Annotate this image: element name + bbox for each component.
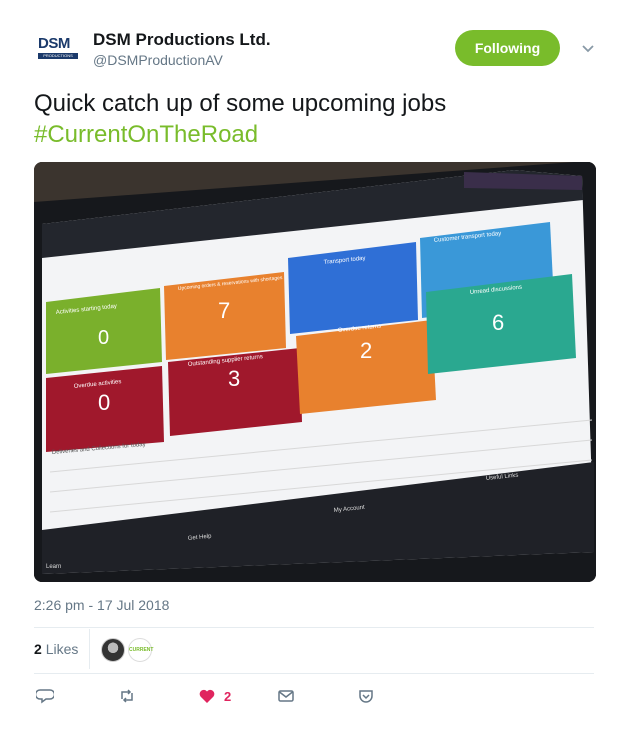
account-name[interactable]: DSM Productions Ltd. [93,30,271,50]
message-icon [278,690,294,702]
tile-overdue-activities-value: 0 [98,390,110,415]
divider [89,629,90,669]
likes-count: 2 [34,641,42,657]
like-button[interactable]: 2 [198,684,231,708]
tweet-text: Quick catch up of some upcoming jobs #Cu… [34,88,594,150]
tile-supplier-returns-value: 3 [228,366,240,391]
tweet-actions: 2 [34,684,594,712]
reply-button[interactable] [36,684,54,708]
tile-shortages-value: 7 [218,298,230,323]
following-button[interactable]: Following [455,30,560,66]
tile-unread-value: 6 [492,310,504,335]
tweet-header: DSM PRODUCTIONS DSM Productions Ltd. @DS… [32,26,598,76]
account-logo[interactable]: DSM PRODUCTIONS [38,36,78,70]
reply-icon [36,689,54,704]
divider [34,673,594,674]
direct-message-button[interactable] [277,684,295,708]
share-icon [359,690,373,703]
likes-summary[interactable]: 2 Likes [34,641,78,657]
avatar[interactable]: CURRENT [128,638,153,662]
account-handle[interactable]: @DSMProductionAV [93,52,223,68]
tweet-photo[interactable]: 0 7 0 3 2 6 Activities starting today Up… [34,162,596,582]
retweet-icon [121,689,133,703]
footer-learn: Learn [46,564,61,570]
logo-subtext: PRODUCTIONS [43,53,73,58]
likes-label: Likes [45,641,79,657]
logo-text: DSM [38,35,70,52]
tile-activities-value: 0 [98,327,109,349]
divider [34,627,594,628]
avatar[interactable] [101,638,125,662]
like-count: 2 [224,688,232,704]
retweet-button[interactable] [118,684,136,708]
share-button[interactable] [357,684,375,708]
tile-overdue-returns-value: 2 [360,338,372,363]
tweet-body: Quick catch up of some upcoming jobs [34,90,447,117]
tweet-timestamp[interactable]: 2:26 pm - 17 Jul 2018 [34,597,169,613]
heart-icon [199,689,215,703]
chevron-down-icon[interactable] [580,40,596,56]
laptop-screen-photo: 0 7 0 3 2 6 Activities starting today Up… [34,162,596,582]
hashtag-link[interactable]: #CurrentOnTheRoad [34,119,594,150]
